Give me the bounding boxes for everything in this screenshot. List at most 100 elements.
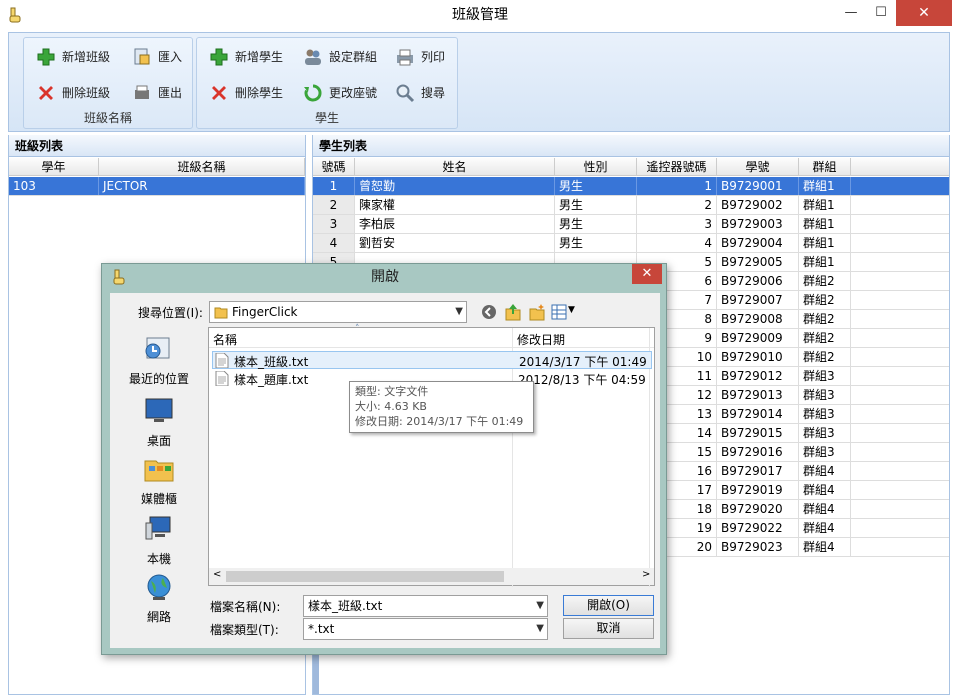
change-seat-button[interactable]: 更改座號 [303,82,377,104]
column-number[interactable]: 號碼 [313,158,355,176]
scroll-right-icon[interactable]: > [642,569,650,580]
open-button[interactable]: 開啟(O) [563,595,654,616]
export-label: 匯出 [158,86,183,100]
import-button[interactable]: 匯入 [132,46,182,68]
class-year-cell: 103 [9,177,99,195]
text-file-icon [215,371,229,386]
group-cell: 群組3 [799,405,851,423]
student-id-cell: B9729015 [717,424,799,442]
column-file-name[interactable]: 名稱 [213,331,237,348]
column-modified-date[interactable]: 修改日期 [517,331,565,348]
file-name: 樣本_班級.txt [234,355,309,369]
new-folder-icon[interactable] [529,303,545,321]
group-cell: 群組2 [799,310,851,328]
group-cell: 群組2 [799,272,851,290]
student-id-cell: B9729010 [717,348,799,366]
file-row-selected[interactable]: 樣本_班級.txt 2014/3/17 下午 01:49 [212,351,652,369]
add-class-button[interactable]: 新增班級 [36,46,110,68]
column-gender[interactable]: 性別 [555,158,637,176]
column-class-name[interactable]: 班級名稱 [99,158,305,176]
group-cell: 群組3 [799,443,851,461]
up-folder-icon[interactable] [505,303,521,321]
delete-class-button[interactable]: 刪除班級 [36,82,110,104]
delete-class-label: 刪除班級 [62,86,111,100]
student-id-cell: B9729007 [717,291,799,309]
add-student-label: 新增學生 [235,50,284,64]
name-cell: 李柏辰 [355,215,555,233]
student-row[interactable]: 3 李柏辰 男生 3 B9729003 群組1 [313,215,949,234]
set-group-button[interactable]: 設定群組 [303,46,377,68]
group-cell: 群組1 [799,215,851,233]
chevron-down-icon: ▼ [536,600,544,611]
ribbon-group-class: 新增班級 匯入 刪除班級 匯出 班級名稱 [23,37,193,129]
red-x-icon [39,86,53,100]
class-list-header: 學年 班級名稱 [9,158,305,176]
student-row[interactable]: 4 劉哲安 男生 4 B9729004 群組1 [313,234,949,253]
student-id-cell: B9729016 [717,443,799,461]
dialog-close-button[interactable]: ✕ [632,264,662,284]
filetype-value: *.txt [308,622,335,636]
tooltip-type: 類型: 文字文件 [355,385,429,398]
student-row[interactable]: 2 陳家權 男生 2 B9729002 群組1 [313,196,949,215]
folder-icon [214,307,228,319]
column-group[interactable]: 群組 [799,158,851,176]
class-list-title: 班級列表 [9,135,305,157]
group-cell: 群組4 [799,500,851,518]
number-cell: 4 [313,234,355,252]
class-row[interactable]: 103 JECTOR [9,177,305,196]
group-cell: 群組1 [799,196,851,214]
column-remote[interactable]: 遙控器號碼 [637,158,717,176]
plus-icon [37,48,55,66]
student-id-cell: B9729005 [717,253,799,271]
delete-student-button[interactable]: 刪除學生 [209,82,283,104]
student-id-cell: B9729002 [717,196,799,214]
look-in-combo[interactable]: FingerClick ▼ [209,301,467,323]
place-network[interactable]: 網路 [119,573,199,625]
view-menu-button[interactable]: ▼ [551,303,577,321]
student-id-cell: B9729006 [717,272,799,290]
export-button[interactable]: 匯出 [132,82,182,104]
group-cell: 群組4 [799,538,851,556]
print-button[interactable]: 列印 [395,46,445,68]
filename-input[interactable]: 樣本_班級.txt ▼ [303,595,548,617]
horizontal-scrollbar[interactable]: < > [209,568,654,585]
look-in-value: FingerClick [232,305,298,319]
column-year[interactable]: 學年 [9,158,99,176]
print-label: 列印 [421,50,446,64]
back-icon[interactable] [481,304,497,320]
file-date: 2012/8/13 下午 04:59 [518,373,646,387]
cancel-button[interactable]: 取消 [563,618,654,639]
scrollbar-thumb[interactable] [226,571,504,582]
dialog-title: 開啟 [371,269,399,285]
chevron-down-icon: ▼ [455,306,463,317]
student-row[interactable]: 1 曾恕勤 男生 1 B9729001 群組1 [313,177,949,196]
maximize-button[interactable]: ☐ [866,0,896,26]
place-recent[interactable]: 最近的位置 [119,335,199,387]
group-cell: 群組3 [799,386,851,404]
column-name[interactable]: 姓名 [355,158,555,176]
place-library[interactable]: 媒體櫃 [119,455,199,507]
minimize-button[interactable]: — [836,0,866,26]
search-button[interactable]: 搜尋 [395,82,445,104]
number-cell: 3 [313,215,355,233]
group-cell: 群組1 [799,234,851,252]
group-label-class: 班級名稱 [83,111,132,125]
column-student-id[interactable]: 學號 [717,158,799,176]
place-desktop[interactable]: 桌面 [119,397,199,449]
gender-cell: 男生 [555,234,637,252]
student-id-cell: B9729009 [717,329,799,347]
network-globe-icon [147,574,171,600]
group-cell: 群組3 [799,367,851,385]
group-cell: 群組2 [799,348,851,366]
place-computer[interactable]: 本機 [119,515,199,567]
name-cell: 曾恕勤 [355,177,555,195]
group-cell: 群組2 [799,329,851,347]
add-student-button[interactable]: 新增學生 [209,46,283,68]
remote-cell: 4 [637,234,717,252]
student-id-cell: B9729022 [717,519,799,537]
close-button[interactable]: ✕ [896,0,952,26]
filetype-select[interactable]: *.txt ▼ [303,618,548,640]
scroll-left-icon[interactable]: < [213,569,221,580]
group-cell: 群組1 [799,253,851,271]
student-id-cell: B9729014 [717,405,799,423]
